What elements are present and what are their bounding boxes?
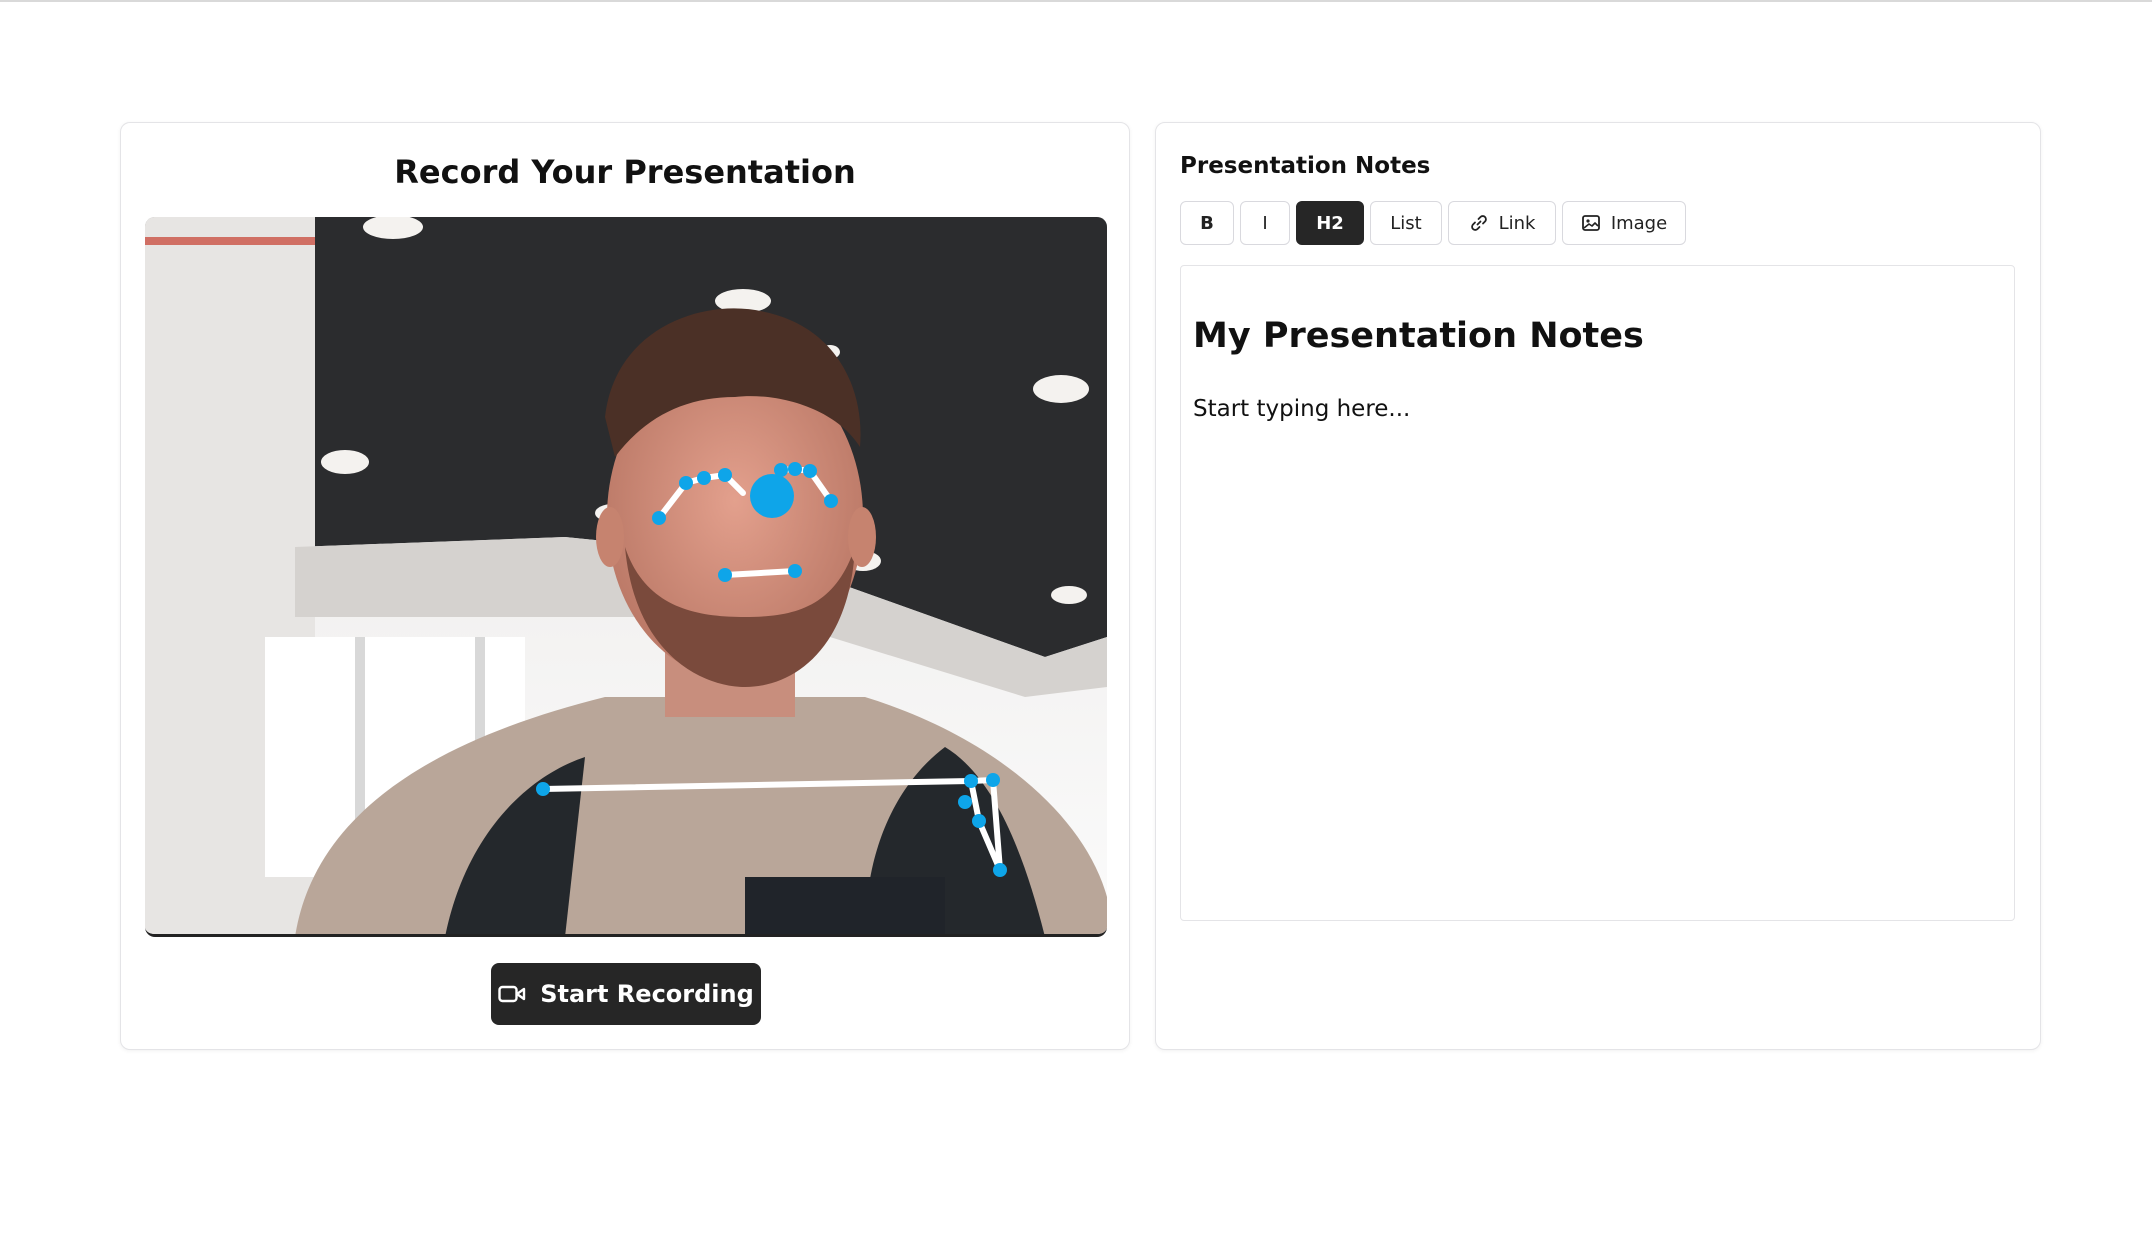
webcam-frame	[145, 217, 1107, 934]
notes-title: Presentation Notes	[1180, 153, 1431, 179]
link-icon	[1469, 213, 1489, 233]
link-label: Link	[1498, 212, 1536, 234]
recording-panel: Record Your Presentation Start Recording	[120, 122, 1130, 1050]
heading-2-label: H2	[1316, 212, 1344, 234]
window-top-border	[0, 0, 2152, 2]
notes-panel: Presentation Notes B I H2 List Link Imag…	[1155, 122, 2041, 1050]
image-button[interactable]: Image	[1562, 201, 1686, 245]
link-button[interactable]: Link	[1448, 201, 1556, 245]
list-button[interactable]: List	[1370, 201, 1442, 245]
editor-heading: My Presentation Notes	[1193, 316, 1644, 356]
italic-button[interactable]: I	[1240, 201, 1290, 245]
start-recording-button[interactable]: Start Recording	[491, 963, 761, 1025]
webcam-video-feed	[145, 217, 1107, 937]
notes-editor[interactable]: My Presentation Notes Start typing here.…	[1180, 265, 2015, 921]
editor-paragraph: Start typing here...	[1193, 396, 1411, 422]
heading-2-button[interactable]: H2	[1296, 201, 1364, 245]
list-label: List	[1390, 212, 1422, 234]
recording-title: Record Your Presentation	[394, 153, 856, 191]
editor-toolbar: B I H2 List Link Image	[1180, 201, 1686, 245]
video-camera-icon	[498, 984, 526, 1004]
bold-label: B	[1200, 212, 1214, 234]
image-icon	[1581, 213, 1601, 233]
bold-button[interactable]: B	[1180, 201, 1234, 245]
image-label: Image	[1610, 212, 1668, 234]
start-recording-label: Start Recording	[540, 980, 754, 1008]
italic-label: I	[1262, 212, 1268, 234]
